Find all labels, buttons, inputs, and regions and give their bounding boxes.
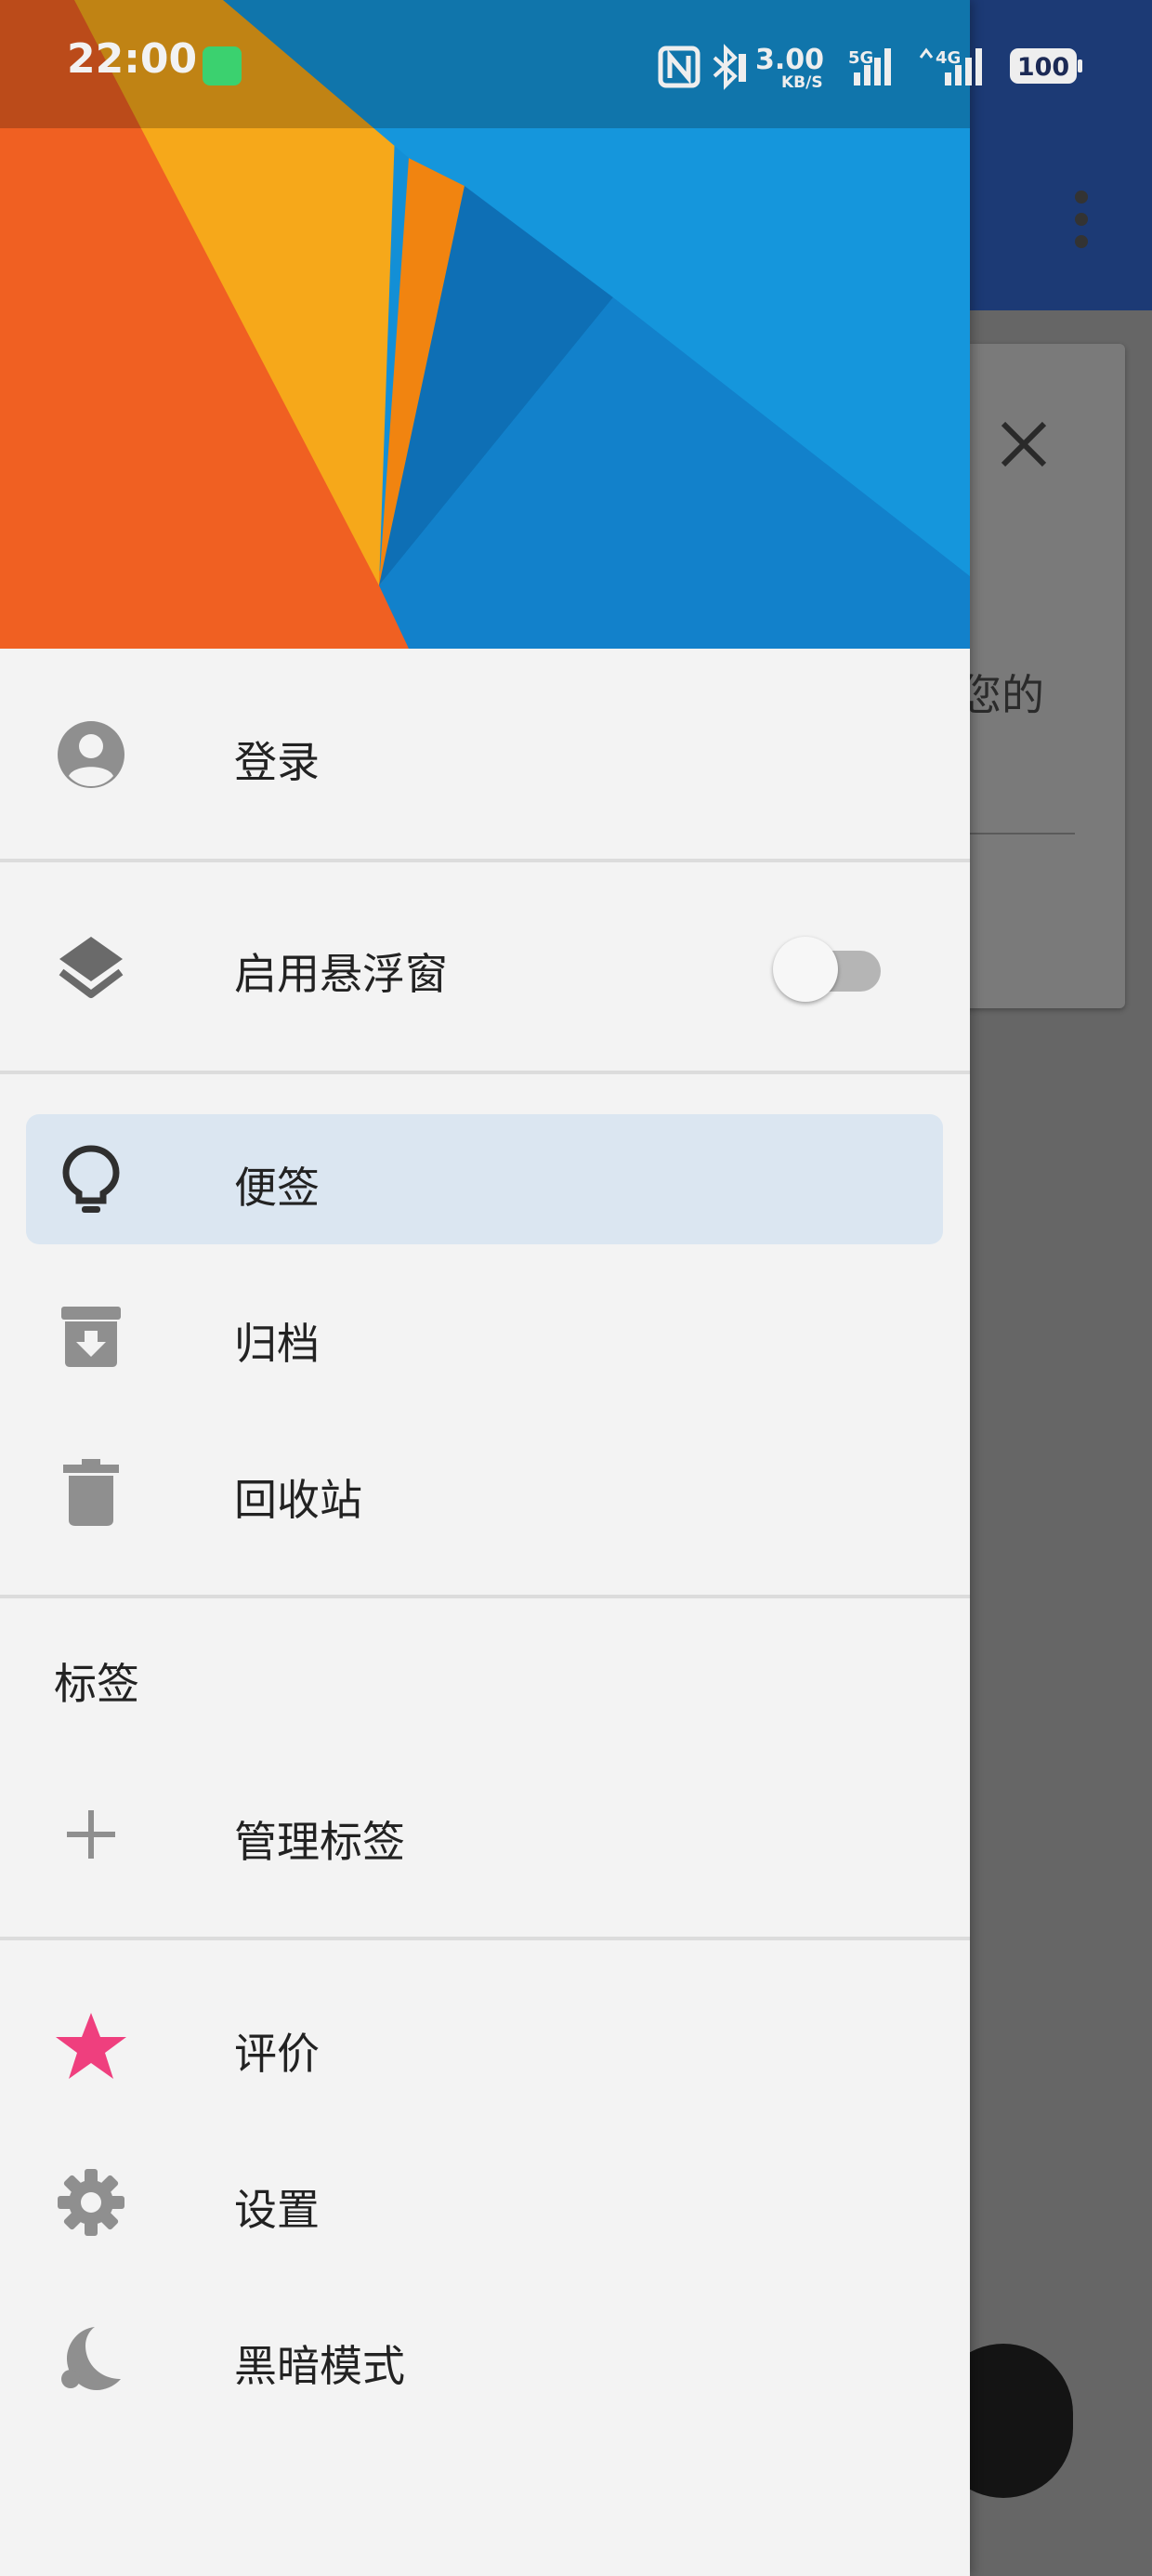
account-circle-icon (58, 721, 124, 788)
gear-icon (58, 2169, 124, 2236)
settings-label: 设置 (234, 2185, 320, 2235)
battery-icon: 100 (1010, 48, 1082, 84)
archive-icon (61, 1307, 121, 1367)
lightbulb-icon (62, 1145, 120, 1213)
floating-window-toggle[interactable] (773, 937, 884, 1002)
manage-labels-label: 管理标签 (234, 1817, 405, 1867)
divider (0, 1595, 970, 1598)
nav-item-trash[interactable]: 回收站 (0, 1414, 970, 1571)
moon-icon (61, 2327, 121, 2390)
divider (0, 1071, 970, 1074)
floating-window-label: 启用悬浮窗 (234, 949, 448, 999)
divider (0, 859, 970, 862)
status-icons: 3.00 KB/S 5G 4G 100 (658, 44, 1082, 92)
battery-saver-icon (203, 46, 242, 85)
login-label: 登录 (234, 737, 320, 787)
nav-item-archive[interactable]: 归档 (0, 1258, 970, 1414)
trash-icon (63, 1459, 119, 1526)
dark-mode-label: 黑暗模式 (234, 2341, 405, 2391)
nav-item-notes[interactable]: 便签 (0, 1102, 970, 1258)
layers-icon (59, 937, 124, 998)
labels-section-title: 标签 (54, 1659, 139, 1709)
data-activity-icon (919, 47, 934, 59)
nav-item-dark-mode[interactable]: 黑暗模式 (0, 2280, 970, 2437)
close-icon (1001, 421, 1047, 467)
clock: 22:00 (67, 35, 198, 83)
notes-label: 便签 (234, 1163, 320, 1213)
nfc-icon (658, 46, 700, 88)
battery-level: 100 (1017, 53, 1069, 82)
background-card-divider (959, 833, 1075, 835)
net-speed-unit: KB/S (781, 73, 823, 92)
plus-icon (67, 1810, 115, 1859)
sim1-type: 5G (848, 48, 873, 68)
divider (0, 1937, 970, 1940)
background-card-text: 您的 (959, 670, 1044, 720)
nav-item-rate[interactable]: 评价 (0, 1968, 970, 2124)
navigation-drawer: 登录 启用悬浮窗 便签 归档 回收站 标签 管理标签 评价 设置 黑暗模式 (0, 0, 970, 2576)
trash-label: 回收站 (234, 1475, 362, 1525)
nav-item-settings[interactable]: 设置 (0, 2124, 970, 2280)
toggle-thumb (773, 937, 838, 1002)
more-options-icon (1075, 191, 1088, 248)
status-bar: 22:00 3.00 KB/S 5G 4G 100 (0, 0, 1152, 128)
net-speed-value: 3.00 (755, 44, 824, 76)
login-row[interactable]: 登录 (0, 677, 970, 833)
archive-label: 归档 (234, 1319, 320, 1369)
star-icon (56, 2013, 126, 2079)
manage-labels-row[interactable]: 管理标签 (0, 1756, 970, 1912)
bluetooth-icon (713, 44, 746, 90)
sim2-type: 4G (936, 48, 961, 68)
rate-label: 评价 (234, 2029, 320, 2079)
